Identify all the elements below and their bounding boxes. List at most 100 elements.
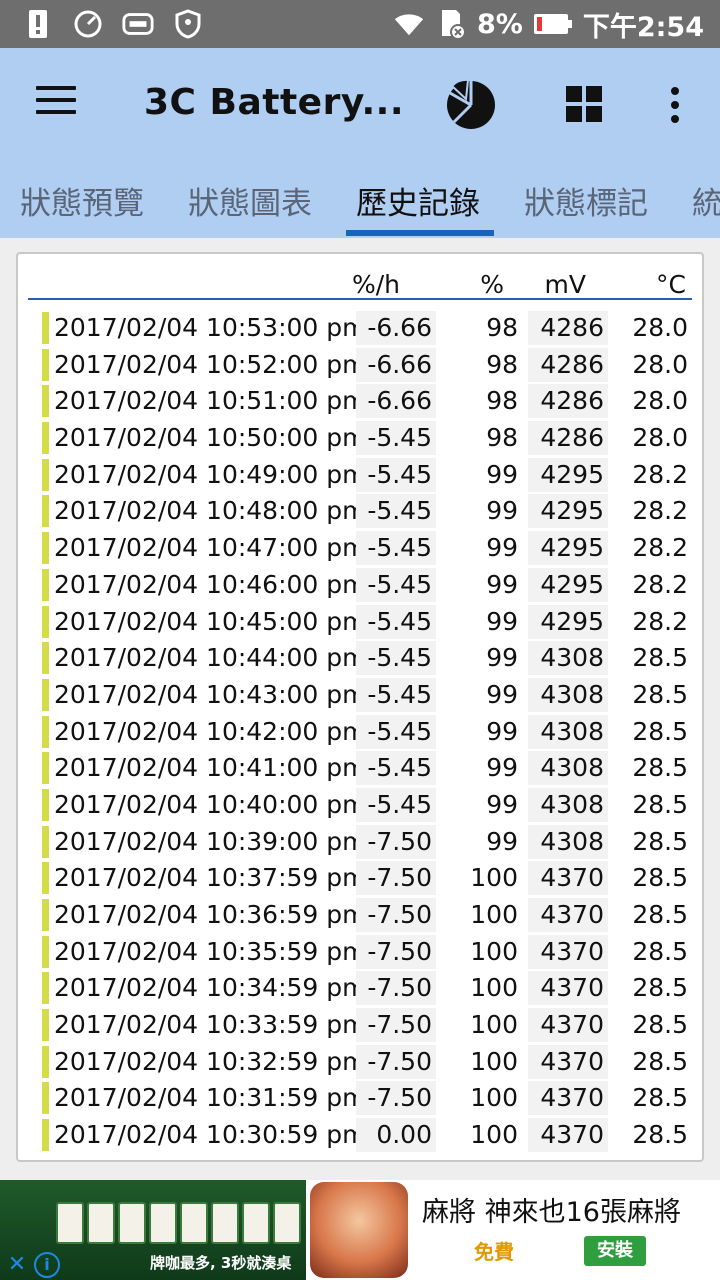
cell-time: 2017/02/04 10:41:00 pm	[54, 753, 367, 783]
header-temp: °C	[656, 270, 686, 299]
cell-temp: 28.0	[632, 313, 688, 342]
cell-temp: 28.5	[632, 1120, 688, 1150]
row-marker	[42, 1082, 49, 1115]
cell-time: 2017/02/04 10:50:00 pm	[54, 423, 367, 453]
table-row[interactable]: 2017/02/04 10:32:59 pm -7.50 100 4370 28.5	[18, 1044, 702, 1081]
cell-mv: 4295	[528, 531, 608, 566]
cell-time: 2017/02/04 10:48:00 pm	[54, 496, 367, 526]
cell-percent: 99	[486, 643, 518, 673]
cell-temp: 28.5	[632, 973, 688, 1003]
row-marker	[42, 458, 49, 491]
table-row[interactable]: 2017/02/04 10:31:59 pm -7.50 100 4370 28.5	[18, 1080, 702, 1117]
sd-card-icon	[435, 8, 467, 40]
battery-percent: 8%	[476, 8, 523, 40]
cell-mv: 4370	[528, 898, 608, 932]
cell-temp: 28.5	[632, 679, 688, 709]
table-row[interactable]: 2017/02/04 10:35:59 pm -7.50 100 4370 28.5	[18, 934, 702, 971]
alert-icon	[22, 8, 54, 40]
table-row[interactable]: 2017/02/04 10:43:00 pm -5.45 99 4308 28.5	[18, 677, 702, 714]
cell-temp: 28.2	[632, 533, 688, 563]
ad-banner[interactable]: 牌咖最多, 3秒就湊桌 ✕ i 麻將 神來也16張麻將 免費 安裝	[0, 1180, 720, 1280]
row-marker	[42, 605, 49, 638]
table-row[interactable]: 2017/02/04 10:51:00 pm -6.66 98 4286 28.0	[18, 383, 702, 420]
row-marker	[42, 825, 49, 858]
cell-percent: 100	[470, 863, 518, 893]
grid-view-icon[interactable]	[566, 86, 602, 122]
tab-status-overview[interactable]: 狀態預覽	[20, 178, 144, 223]
info-icon[interactable]: i	[34, 1252, 60, 1278]
cell-time: 2017/02/04 10:45:00 pm	[54, 606, 367, 636]
cell-mv: 4308	[528, 824, 608, 859]
row-marker	[42, 348, 49, 381]
cell-rate: -7.50	[356, 1044, 436, 1079]
cell-time: 2017/02/04 10:52:00 pm	[54, 349, 367, 379]
cell-percent: 98	[486, 423, 518, 453]
ad-title[interactable]: 麻將 神來也16張麻將	[422, 1190, 681, 1229]
cell-mv: 4370	[528, 1118, 608, 1153]
table-row[interactable]: 2017/02/04 10:36:59 pm -7.50 100 4370 28.5	[18, 897, 702, 934]
table-row[interactable]: 2017/02/04 10:49:00 pm -5.45 99 4295 28.2	[18, 457, 702, 494]
cell-temp: 28.2	[632, 496, 688, 526]
row-marker	[42, 899, 49, 931]
tab-history[interactable]: 歷史記錄	[356, 178, 480, 223]
cell-mv: 4370	[528, 861, 608, 896]
row-marker	[42, 715, 49, 748]
table-row[interactable]: 2017/02/04 10:41:00 pm -5.45 99 4308 28.5	[18, 750, 702, 787]
cell-time: 2017/02/04 10:30:59 pm	[54, 1120, 367, 1150]
cell-rate: -5.45	[356, 751, 436, 786]
tab-statistics[interactable]: 統	[692, 178, 720, 223]
cell-temp: 28.5	[632, 826, 688, 856]
more-vert-icon[interactable]	[668, 86, 682, 124]
pie-chart-icon[interactable]	[444, 78, 498, 132]
table-row[interactable]: 2017/02/04 10:52:00 pm -6.66 98 4286 28.0	[18, 347, 702, 384]
cell-temp: 28.5	[632, 863, 688, 893]
tab-status-markers[interactable]: 狀態標記	[524, 178, 648, 223]
table-row[interactable]: 2017/02/04 10:42:00 pm -5.45 99 4308 28.5	[18, 714, 702, 751]
cell-time: 2017/02/04 10:51:00 pm	[54, 386, 367, 416]
table-row[interactable]: 2017/02/04 10:50:00 pm -5.45 98 4286 28.0	[18, 420, 702, 457]
cell-mv: 4370	[528, 1044, 608, 1079]
row-marker	[42, 752, 49, 785]
cell-temp: 28.2	[632, 459, 688, 489]
table-row[interactable]: 2017/02/04 10:44:00 pm -5.45 99 4308 28.5	[18, 640, 702, 677]
cell-mv: 4308	[528, 677, 608, 712]
cell-rate: -5.45	[356, 787, 436, 822]
ad-free-label: 免費	[474, 1240, 514, 1264]
table-row[interactable]: 2017/02/04 10:33:59 pm -7.50 100 4370 28.5	[18, 1007, 702, 1044]
table-row[interactable]: 2017/02/04 10:46:00 pm -5.45 99 4295 28.2	[18, 567, 702, 604]
table-header: %/h % mV °C	[18, 254, 702, 302]
table-row[interactable]: 2017/02/04 10:45:00 pm -5.45 99 4295 28.2	[18, 604, 702, 641]
cell-mv: 4370	[528, 1008, 608, 1043]
header-mv: mV	[544, 270, 586, 299]
ad-image[interactable]: 牌咖最多, 3秒就湊桌 ✕ i	[0, 1180, 306, 1280]
wifi-icon	[393, 8, 425, 40]
row-marker	[42, 1119, 49, 1152]
table-row[interactable]: 2017/02/04 10:34:59 pm -7.50 100 4370 28.5	[18, 970, 702, 1007]
table-row[interactable]: 2017/02/04 10:37:59 pm -7.50 100 4370 28.5	[18, 860, 702, 897]
row-marker	[42, 312, 49, 344]
cell-time: 2017/02/04 10:32:59 pm	[54, 1046, 367, 1076]
cell-percent: 99	[486, 789, 518, 819]
cell-percent: 98	[486, 386, 518, 416]
history-table[interactable]: %/h % mV °C 2017/02/04 10:53:00 pm -6.66 9…	[16, 252, 704, 1162]
cell-time: 2017/02/04 10:40:00 pm	[54, 789, 367, 819]
menu-icon[interactable]	[36, 86, 76, 120]
tab-status-chart[interactable]: 狀態圖表	[188, 178, 312, 223]
cell-rate: -6.66	[356, 384, 436, 419]
cell-rate: 0.00	[356, 1118, 436, 1153]
ad-app-icon[interactable]	[310, 1182, 408, 1278]
table-row[interactable]: 2017/02/04 10:40:00 pm -5.45 99 4308 28.5	[18, 787, 702, 824]
status-bar-notifications	[22, 8, 204, 40]
table-row[interactable]: 2017/02/04 10:53:00 pm -6.66 98 4286 28.0	[18, 310, 702, 347]
table-row[interactable]: 2017/02/04 10:47:00 pm -5.45 99 4295 28.2	[18, 530, 702, 567]
table-row[interactable]: 2017/02/04 10:39:00 pm -7.50 99 4308 28.5	[18, 824, 702, 861]
cell-rate: -5.45	[356, 604, 436, 639]
close-icon[interactable]: ✕	[4, 1252, 30, 1278]
table-row[interactable]: 2017/02/04 10:30:59 pm 0.00 100 4370 28.5	[18, 1117, 702, 1154]
ad-install-button[interactable]: 安裝	[584, 1236, 646, 1266]
cell-temp: 28.0	[632, 386, 688, 416]
table-row[interactable]: 2017/02/04 10:48:00 pm -5.45 99 4295 28.2	[18, 493, 702, 530]
row-marker	[42, 678, 49, 711]
cell-time: 2017/02/04 10:39:00 pm	[54, 826, 367, 856]
cell-temp: 28.5	[632, 716, 688, 746]
